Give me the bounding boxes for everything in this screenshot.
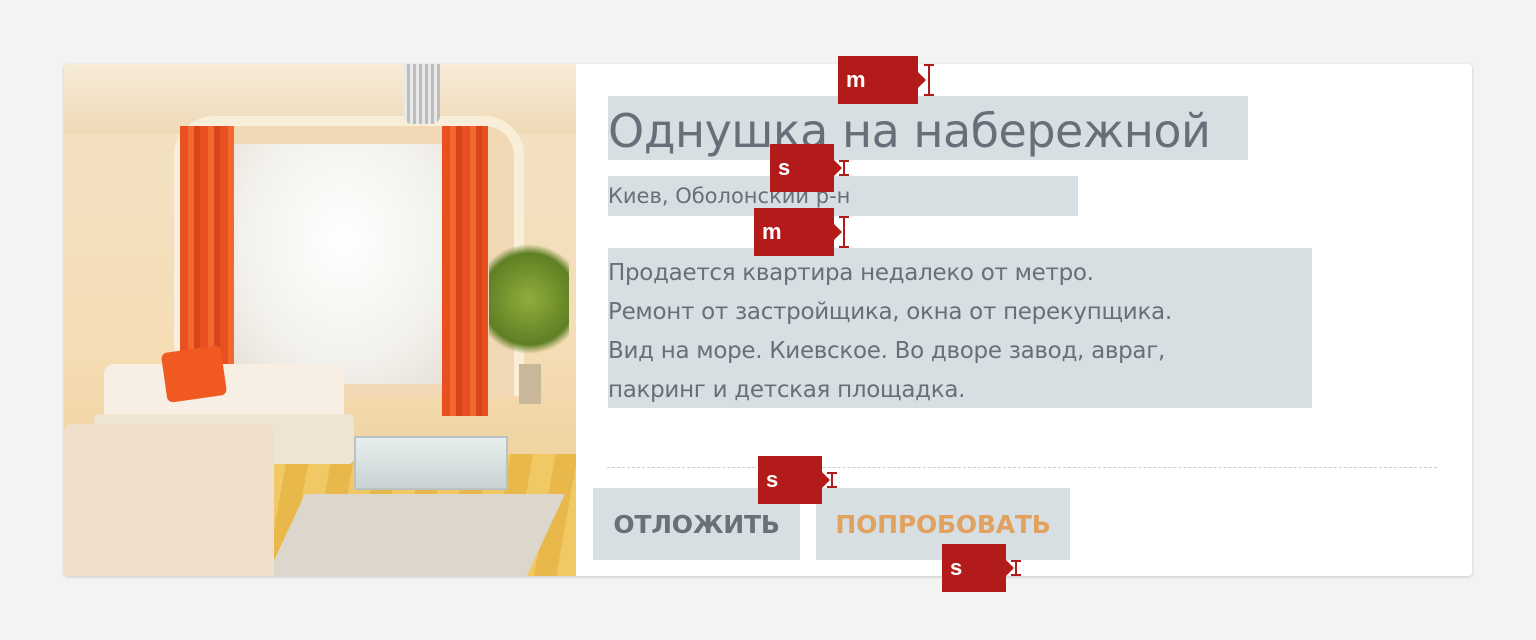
description-line: Ремонт от застройщика, окна от перекупщи… [608, 299, 1172, 325]
spacing-marker-location-description: m [754, 208, 842, 256]
description-line: Продается квартира недалеко от метро. [608, 260, 1094, 286]
spacing-marker-bottom: s [942, 544, 1014, 592]
spacing-ibar-location-description [839, 216, 853, 248]
listing-description: Продается квартира недалеко от метро. Ре… [608, 248, 1312, 408]
listing-location: Киев, Оболонский р-н [608, 176, 1078, 216]
apartment-photo [64, 64, 576, 576]
spacing-marker-title-location: s [770, 144, 842, 192]
spacing-ibar-divider-buttons [827, 472, 841, 488]
spacing-marker-top: m [838, 56, 926, 104]
spacing-marker-divider-buttons: s [758, 456, 830, 504]
actions-divider [607, 467, 1437, 468]
description-line: Вид на море. Киевское. Во дворе завод, а… [608, 338, 1166, 364]
spacing-ibar-title-location [839, 160, 853, 176]
description-line: пакринг и детская площадка. [608, 377, 966, 403]
listing-title: Однушка на набережной [608, 96, 1248, 160]
spacing-ibar-bottom [1011, 560, 1025, 576]
spacing-ibar-top [924, 64, 938, 96]
